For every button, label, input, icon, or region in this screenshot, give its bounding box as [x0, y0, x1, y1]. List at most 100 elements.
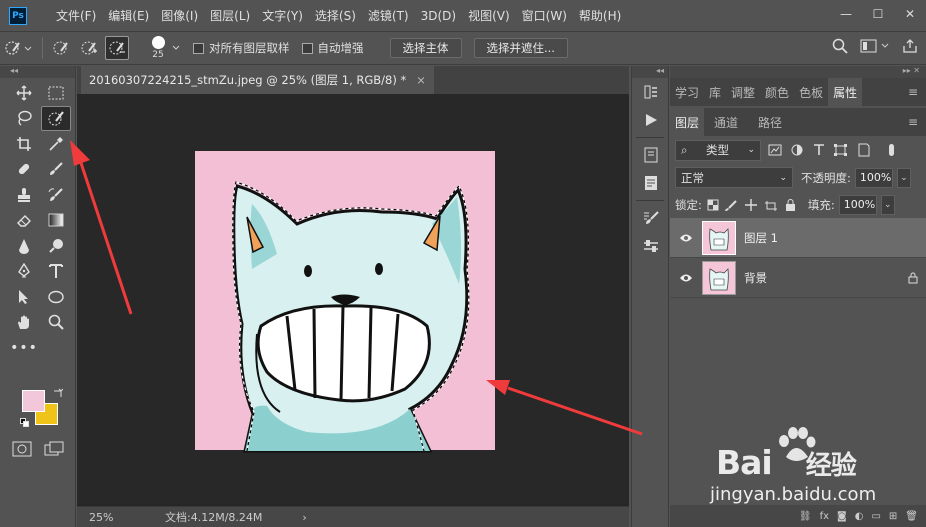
checkbox-box[interactable]	[193, 42, 204, 54]
filter-icons[interactable]	[767, 143, 907, 157]
collapse-toolbox[interactable]: ◂◂	[0, 66, 75, 78]
hand-tool[interactable]	[9, 310, 39, 336]
zoom-tool[interactable]	[41, 310, 71, 336]
lock-icons[interactable]	[706, 198, 798, 212]
adjustment-layer-icon[interactable]: ◐	[855, 511, 864, 522]
tab-properties[interactable]: 属性	[828, 78, 863, 106]
menu-edit[interactable]: 编辑(E)	[102, 7, 155, 24]
path-selection-tool[interactable]	[9, 284, 39, 310]
brush-tool[interactable]	[41, 157, 71, 183]
pen-tool[interactable]	[9, 259, 39, 285]
marquee-tool[interactable]	[41, 80, 71, 106]
select-and-mask-button[interactable]: 选择并遮住...	[473, 38, 568, 58]
layer-name[interactable]: 背景	[744, 270, 900, 286]
edit-toolbar-button[interactable]: •••	[9, 335, 39, 361]
dodge-tool[interactable]	[41, 233, 71, 259]
workspace-icon[interactable]	[860, 39, 890, 53]
screen-mode-icon[interactable]	[44, 441, 64, 457]
quick-mask-icon[interactable]	[12, 441, 32, 457]
document-canvas[interactable]	[77, 94, 629, 504]
type-tool[interactable]	[41, 259, 71, 285]
add-mask-icon[interactable]: ◙	[837, 511, 847, 522]
quick-selection-tool[interactable]	[41, 105, 71, 131]
chevron-down-icon[interactable]	[171, 44, 181, 52]
history-panel-button[interactable]	[632, 78, 670, 106]
adjust-button[interactable]	[632, 232, 670, 260]
document-tab[interactable]: 20160307224215_stmZu.jpeg @ 25% (图层 1, R…	[81, 66, 434, 94]
menu-type[interactable]: 文字(Y)	[256, 7, 309, 24]
lasso-tool[interactable]	[9, 106, 39, 132]
menu-window[interactable]: 窗口(W)	[516, 7, 573, 24]
libraries-button[interactable]	[632, 141, 670, 169]
eyedropper-tool[interactable]	[41, 131, 71, 157]
search-icon[interactable]	[832, 38, 848, 54]
gradient-tool[interactable]	[41, 208, 71, 234]
sample-all-layers-checkbox[interactable]: 对所有图层取样	[193, 40, 290, 56]
close-document-button[interactable]: ×	[416, 73, 426, 87]
swap-colors-icon[interactable]	[53, 388, 63, 398]
healing-brush-tool[interactable]	[9, 157, 39, 183]
menu-file[interactable]: 文件(F)	[50, 7, 102, 24]
auto-enhance-checkbox[interactable]: 自动增强	[301, 40, 364, 56]
eraser-tool[interactable]	[9, 208, 39, 234]
layer-row-layer1[interactable]: 图层 1	[670, 218, 926, 258]
menu-3d[interactable]: 3D(D)	[415, 9, 462, 23]
new-selection-button[interactable]	[49, 36, 73, 60]
tab-layers[interactable]: 图层	[670, 108, 705, 136]
zoom-level[interactable]: 25%	[77, 511, 137, 524]
trash-icon[interactable]: 🗑	[905, 511, 918, 522]
status-menu-arrow[interactable]: ›	[302, 511, 306, 524]
subtract-from-selection-button[interactable]	[105, 36, 129, 60]
default-colors-icon[interactable]	[20, 418, 29, 427]
link-icon[interactable]: ⛓	[799, 511, 812, 522]
opacity-input[interactable]: 100%	[854, 167, 893, 188]
foreground-color[interactable]	[22, 390, 45, 412]
ellipse-tool[interactable]	[41, 284, 71, 310]
tab-channels[interactable]: 通道	[704, 108, 748, 136]
checkbox-box[interactable]	[301, 42, 313, 54]
fx-button[interactable]: fx	[820, 511, 829, 522]
new-layer-icon[interactable]: ⊞	[889, 511, 897, 522]
menu-layer[interactable]: 图层(L)	[204, 7, 256, 24]
history-brush-tool[interactable]	[41, 182, 71, 208]
tab-learn[interactable]: 学习	[670, 78, 704, 106]
visibility-toggle[interactable]	[670, 233, 702, 243]
menu-help[interactable]: 帮助(H)	[573, 7, 627, 24]
restore-button[interactable]: ☐	[862, 0, 894, 28]
crop-tool[interactable]	[9, 131, 39, 157]
canvas-viewport[interactable]	[77, 94, 629, 504]
blend-mode-dropdown[interactable]: 正常 ⌄	[675, 167, 793, 188]
brush-settings-button[interactable]	[632, 204, 670, 232]
brush-size-picker[interactable]: 25	[147, 36, 169, 60]
actions-panel-button[interactable]	[632, 106, 670, 134]
layers-menu-icon[interactable]: ≡	[900, 108, 926, 136]
menu-image[interactable]: 图像(I)	[155, 7, 204, 24]
collapse-panels[interactable]: ▸▸ ✕	[670, 66, 926, 78]
menu-view[interactable]: 视图(V)	[462, 7, 516, 24]
notes-button[interactable]	[632, 169, 670, 197]
tab-color[interactable]: 颜色	[760, 78, 794, 106]
move-tool[interactable]	[9, 80, 39, 106]
close-window-button[interactable]: ✕	[894, 0, 926, 28]
clone-stamp-tool[interactable]	[9, 182, 39, 208]
layer-row-background[interactable]: 背景	[670, 258, 926, 298]
fill-input[interactable]: 100%	[838, 194, 877, 215]
share-icon[interactable]	[902, 38, 918, 54]
layer-name[interactable]: 图层 1	[744, 230, 926, 246]
visibility-toggle[interactable]	[670, 273, 702, 283]
tab-adjustments[interactable]: 调整	[726, 78, 760, 106]
new-group-icon[interactable]: ▭	[871, 511, 880, 522]
filter-kind-dropdown[interactable]: ⌕ 类型 ⌄	[675, 139, 761, 161]
tab-libraries[interactable]: 库	[704, 78, 726, 106]
blur-tool[interactable]	[9, 233, 39, 259]
tab-swatches[interactable]: 色板	[794, 78, 828, 106]
select-subject-button[interactable]: 选择主体	[389, 38, 462, 58]
panel-menu-icon[interactable]: ≡	[900, 78, 926, 106]
collapse-strip[interactable]: ◂◂	[632, 66, 668, 78]
menu-filter[interactable]: 滤镜(T)	[362, 7, 415, 24]
opacity-slider-toggle[interactable]: ⌄	[896, 167, 911, 188]
fill-slider-toggle[interactable]: ⌄	[880, 194, 895, 215]
tab-paths[interactable]: 路径	[748, 108, 792, 136]
menu-select[interactable]: 选择(S)	[309, 7, 362, 24]
add-to-selection-button[interactable]	[77, 36, 101, 60]
